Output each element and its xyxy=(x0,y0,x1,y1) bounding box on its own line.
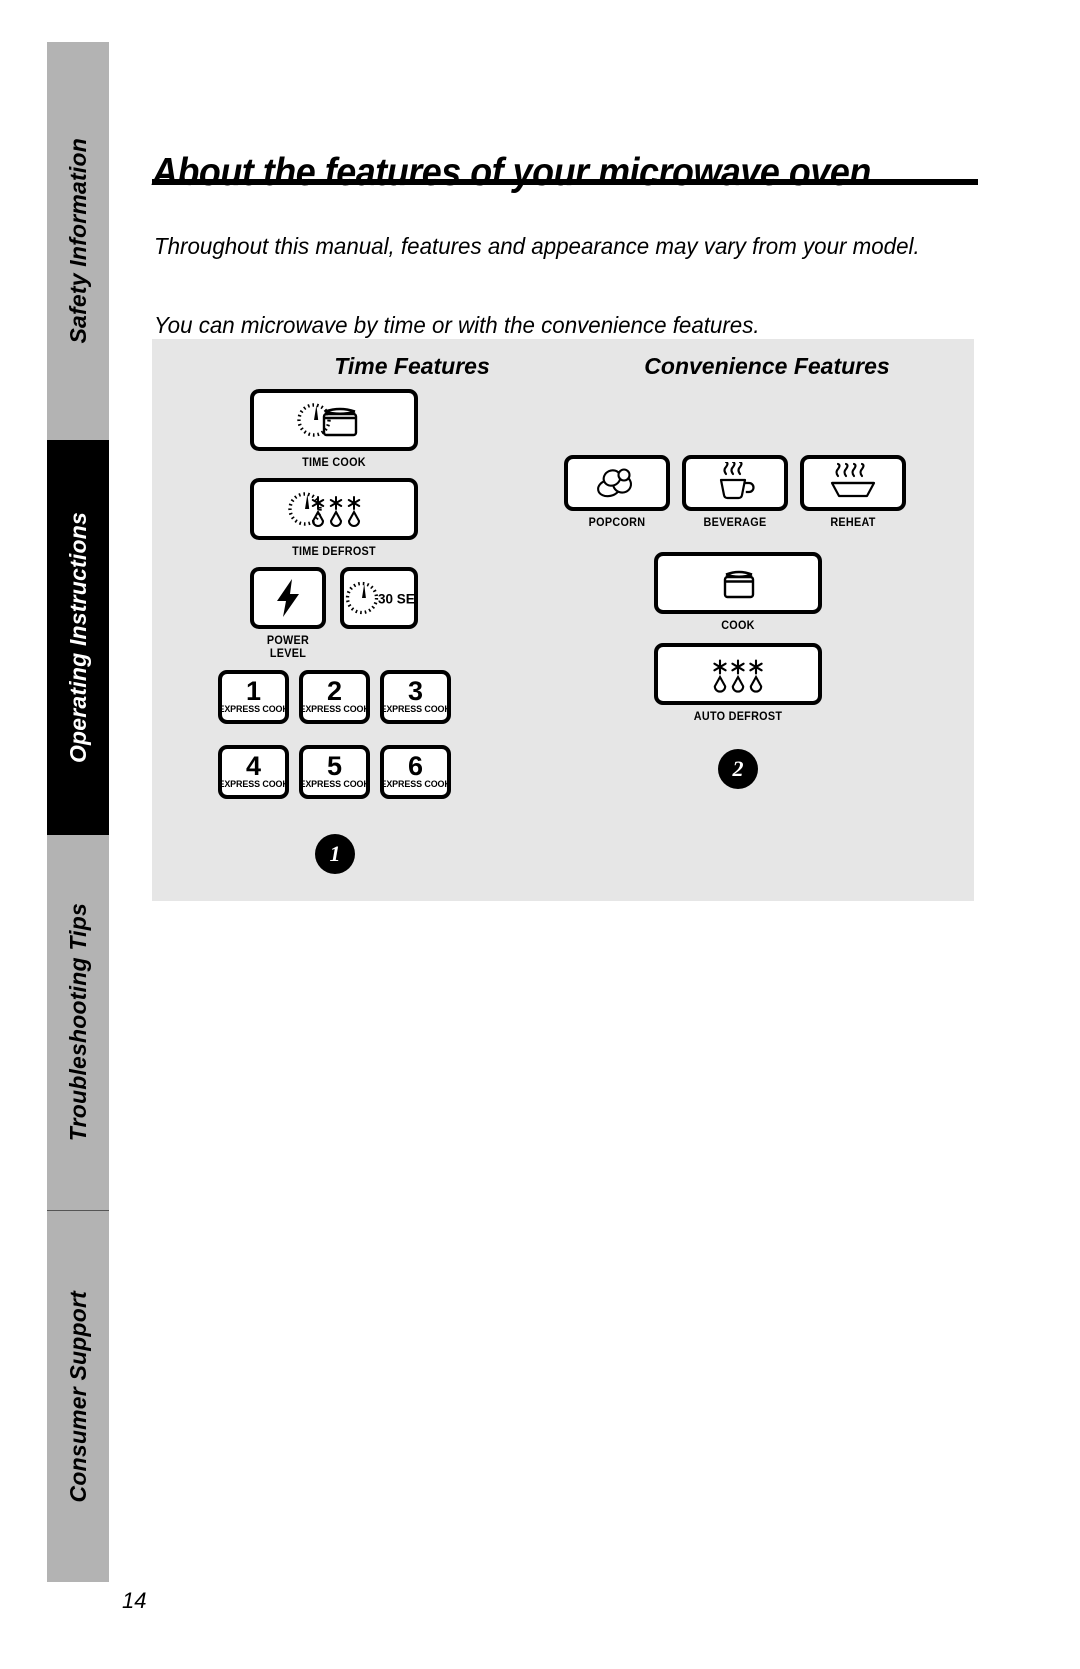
cook-label: COOK xyxy=(721,620,755,632)
time-cook-label: TIME COOK xyxy=(302,457,366,469)
clock-snowflake-drop-icon xyxy=(278,486,390,532)
express-cook-3-button[interactable]: 3 EXPRESS COOK xyxy=(380,670,451,724)
callout-2: 2 xyxy=(718,749,758,789)
popcorn-icon xyxy=(589,464,645,502)
sidebar-item-operating-instructions[interactable]: Operating Instructions xyxy=(47,440,109,835)
popcorn-label: POPCORN xyxy=(588,517,646,529)
time-cook-button[interactable] xyxy=(250,389,418,451)
power-level-button[interactable] xyxy=(250,567,326,629)
callout-1: 1 xyxy=(315,834,355,874)
power-level-label: POWER LEVEL xyxy=(266,635,310,660)
express-cook-sublabel: EXPRESS COOK xyxy=(299,704,370,715)
reheat-label: REHEAT xyxy=(830,517,876,529)
snowflake-drop-icon xyxy=(703,652,773,696)
clock-pot-icon xyxy=(284,398,384,442)
intro-line-2: You can microwave by time or with the co… xyxy=(154,311,760,338)
sidebar-item-label: Troubleshooting Tips xyxy=(64,903,91,1142)
express-cook-2-button[interactable]: 2 EXPRESS COOK xyxy=(299,670,370,724)
express-cook-sublabel: EXPRESS COOK xyxy=(380,704,451,715)
sidebar-item-label: Safety Information xyxy=(64,138,91,344)
express-cook-6-button[interactable]: 6 EXPRESS COOK xyxy=(380,745,451,799)
auto-defrost-label: AUTO DEFROST xyxy=(693,711,783,723)
popcorn-button[interactable] xyxy=(564,455,670,511)
convenience-features-heading: Convenience Features xyxy=(644,353,890,379)
express-cook-number: 6 xyxy=(407,750,424,781)
sidebar-item-label: Consumer Support xyxy=(64,1290,91,1503)
sidebar-item-label: Operating Instructions xyxy=(64,511,91,764)
intro-line-1: Throughout this manual, features and app… xyxy=(154,232,920,259)
time-defrost-label: TIME DEFROST xyxy=(292,546,376,558)
page-content: About the features of your microwave ove… xyxy=(152,0,988,1669)
page-title: About the features of your microwave ove… xyxy=(152,151,881,195)
express-cook-number: 3 xyxy=(407,675,424,706)
title-rule xyxy=(152,179,978,185)
beverage-label: BEVERAGE xyxy=(703,517,767,529)
svg-text:30 SEC.: 30 SEC. xyxy=(378,592,414,607)
express-cook-number: 5 xyxy=(326,750,343,781)
express-cook-1-button[interactable]: 1 EXPRESS COOK xyxy=(218,670,289,724)
time-defrost-button[interactable] xyxy=(250,478,418,540)
cook-button[interactable] xyxy=(654,552,822,614)
thirty-second-button[interactable]: 30 SEC. xyxy=(340,567,418,629)
sidebar-item-safety-information[interactable]: Safety Information xyxy=(47,42,109,440)
sidebar-item-troubleshooting-tips[interactable]: Troubleshooting Tips xyxy=(47,835,109,1210)
express-cook-sublabel: EXPRESS COOK xyxy=(218,704,289,715)
control-panel-diagram: Time Features Convenience Features TIME … xyxy=(152,339,974,901)
express-cook-4-button[interactable]: 4 EXPRESS COOK xyxy=(218,745,289,799)
express-cook-number: 4 xyxy=(245,750,262,781)
express-cook-number: 2 xyxy=(326,675,343,706)
express-cook-5-button[interactable]: 5 EXPRESS COOK xyxy=(299,745,370,799)
auto-defrost-button[interactable] xyxy=(654,643,822,705)
page-number: 14 xyxy=(122,1588,147,1613)
express-cook-number: 1 xyxy=(245,675,262,706)
express-cook-sublabel: EXPRESS COOK xyxy=(380,779,451,790)
time-features-heading: Time Features xyxy=(334,353,490,379)
sidebar-item-consumer-support[interactable]: Consumer Support xyxy=(47,1211,109,1582)
steaming-cup-icon xyxy=(709,462,761,504)
steaming-plate-icon xyxy=(824,462,882,504)
lightning-bolt-icon xyxy=(273,577,303,619)
express-cook-sublabel: EXPRESS COOK xyxy=(218,779,289,790)
express-cook-sublabel: EXPRESS COOK xyxy=(299,779,370,790)
reheat-button[interactable] xyxy=(800,455,906,511)
beverage-button[interactable] xyxy=(682,455,788,511)
clock-30sec-icon: 30 SEC. xyxy=(344,577,414,619)
sidebar-tab-strip: Safety Information Operating Instruction… xyxy=(47,42,109,1582)
pot-icon xyxy=(715,562,761,604)
